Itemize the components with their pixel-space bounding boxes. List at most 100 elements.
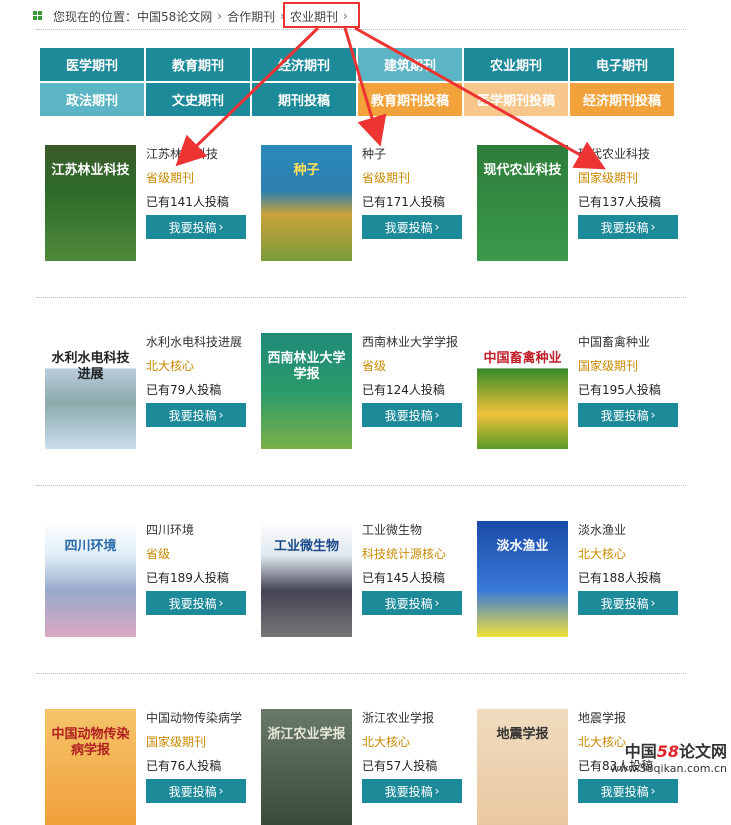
home-grid-icon: [33, 11, 43, 21]
chevron-right-icon: ›: [218, 784, 224, 798]
submit-button[interactable]: 我要投稿 ›: [362, 591, 462, 615]
journal-name[interactable]: 四川环境: [146, 521, 266, 537]
submit-button-label: 我要投稿: [168, 408, 217, 423]
submission-count: 已有76人投稿: [146, 759, 222, 773]
journal-name[interactable]: 江苏林业科技: [146, 145, 266, 161]
submit-button-label: 我要投稿: [384, 220, 433, 235]
journal-name[interactable]: 地震学报: [578, 709, 698, 725]
nav-education[interactable]: 教育期刊: [146, 48, 250, 81]
submit-button[interactable]: 我要投稿 ›: [146, 403, 246, 427]
submission-count: 已有195人投稿: [578, 383, 661, 397]
submission-count: 已有79人投稿: [146, 383, 222, 397]
cover-title: 西南林业大学学报: [267, 351, 346, 382]
submit-button[interactable]: 我要投稿 ›: [578, 215, 678, 239]
journal-level: 省级期刊: [362, 171, 411, 185]
submit-button[interactable]: 我要投稿 ›: [578, 403, 678, 427]
journal-level: 国家级期刊: [146, 735, 207, 749]
nav-medical[interactable]: 医学期刊: [40, 48, 144, 81]
submit-button-label: 我要投稿: [600, 408, 649, 423]
cover-title: 水利水电科技进展: [51, 351, 130, 382]
nav-agriculture[interactable]: 农业期刊: [464, 48, 568, 81]
divider: [36, 29, 686, 30]
journal-level: 科技统计源核心: [362, 547, 447, 561]
submit-button[interactable]: 我要投稿 ›: [578, 779, 678, 803]
breadcrumb-item-home[interactable]: 中国58论文网: [137, 8, 212, 25]
chevron-right-icon: ›: [434, 784, 440, 798]
highlight-box: [283, 2, 360, 28]
chevron-right-icon: ›: [650, 784, 656, 798]
journal-cover-image[interactable]: 地震学报: [477, 709, 568, 825]
nav-architecture[interactable]: 建筑期刊: [358, 48, 462, 81]
journal-name[interactable]: 中国畜禽种业: [578, 333, 698, 349]
journal-name[interactable]: 水利水电科技进展: [146, 333, 266, 349]
journal-cover-image[interactable]: 江苏林业科技: [45, 145, 136, 261]
submission-count: 已有145人投稿: [362, 571, 445, 585]
journal-cover-image[interactable]: 中国动物传染病学报: [45, 709, 136, 825]
journal-name[interactable]: 淡水渔业: [578, 521, 698, 537]
category-nav: 医学期刊 教育期刊 经济期刊 建筑期刊 农业期刊 电子期刊 政法期刊 文史期刊 …: [40, 48, 676, 118]
journal-cover-image[interactable]: 中国畜禽种业: [477, 333, 568, 449]
submit-button[interactable]: 我要投稿 ›: [362, 403, 462, 427]
cover-title: 地震学报: [496, 727, 549, 742]
submission-count: 已有57人投稿: [362, 759, 438, 773]
journal-cover-image[interactable]: 现代农业科技: [477, 145, 568, 261]
site-watermark-logo: 中国58论文网 www.58qikan.com.cn: [610, 738, 727, 775]
submit-button[interactable]: 我要投稿 ›: [146, 215, 246, 239]
journal-cover-image[interactable]: 淡水渔业: [477, 521, 568, 637]
logo-text-b: 论文网: [678, 742, 727, 761]
nav-literature[interactable]: 文史期刊: [146, 83, 250, 116]
submit-button[interactable]: 我要投稿 ›: [362, 779, 462, 803]
cover-title: 中国动物传染病学报: [51, 727, 130, 758]
nav-electronics[interactable]: 电子期刊: [570, 48, 674, 81]
journal-name[interactable]: 浙江农业学报: [362, 709, 482, 725]
breadcrumb-label: 您现在的位置：: [53, 9, 138, 24]
journal-level: 省级: [362, 359, 387, 373]
journal-name[interactable]: 中国动物传染病学: [146, 709, 266, 725]
submit-button-label: 我要投稿: [600, 596, 649, 611]
nav-medical-submit[interactable]: 医学期刊投稿: [464, 83, 568, 116]
chevron-right-icon: ›: [434, 408, 440, 422]
cover-title: 浙江农业学报: [267, 727, 346, 742]
cover-title: 工业微生物: [273, 539, 339, 554]
submit-button[interactable]: 我要投稿 ›: [578, 591, 678, 615]
cover-title: 现代农业科技: [483, 163, 562, 178]
journal-cover-image[interactable]: 工业微生物: [261, 521, 352, 637]
chevron-right-icon: ›: [650, 220, 656, 234]
journal-name[interactable]: 种子: [362, 145, 482, 161]
nav-law[interactable]: 政法期刊: [40, 83, 144, 116]
logo-number: 58: [656, 742, 679, 761]
journal-name[interactable]: 现代农业科技: [578, 145, 698, 161]
cover-title: 种子: [293, 163, 320, 178]
divider: [36, 297, 686, 298]
divider: [36, 673, 686, 674]
nav-education-submit[interactable]: 教育期刊投稿: [358, 83, 462, 116]
journal-cover-image[interactable]: 西南林业大学学报: [261, 333, 352, 449]
journal-name[interactable]: 工业微生物: [362, 521, 482, 537]
submit-button[interactable]: 我要投稿 ›: [146, 779, 246, 803]
journal-cover-image[interactable]: 浙江农业学报: [261, 709, 352, 825]
breadcrumb-item-partner[interactable]: 合作期刊: [227, 8, 275, 25]
submission-count: 已有189人投稿: [146, 571, 229, 585]
submission-count: 已有171人投稿: [362, 195, 445, 209]
breadcrumb: 您现在的位置： 中国58论文网 › 合作期刊 › 农业期刊 ›: [33, 2, 693, 28]
journal-cover-image[interactable]: 水利水电科技进展: [45, 333, 136, 449]
nav-submit[interactable]: 期刊投稿: [252, 83, 356, 116]
submit-button-label: 我要投稿: [600, 784, 649, 799]
cover-title: 淡水渔业: [496, 539, 549, 554]
chevron-right-icon: ›: [217, 9, 223, 23]
journal-cover-image[interactable]: 种子: [261, 145, 352, 261]
chevron-right-icon: ›: [218, 408, 224, 422]
submit-button-label: 我要投稿: [600, 220, 649, 235]
journal-level: 国家级期刊: [578, 171, 639, 185]
journal-name[interactable]: 西南林业大学学报: [362, 333, 482, 349]
submission-count: 已有141人投稿: [146, 195, 229, 209]
submit-button[interactable]: 我要投稿 ›: [146, 591, 246, 615]
submit-button[interactable]: 我要投稿 ›: [362, 215, 462, 239]
journal-cover-image[interactable]: 四川环境: [45, 521, 136, 637]
nav-economics[interactable]: 经济期刊: [252, 48, 356, 81]
chevron-right-icon: ›: [434, 220, 440, 234]
divider: [36, 485, 686, 486]
nav-economics-submit[interactable]: 经济期刊投稿: [570, 83, 674, 116]
journal-level: 北大核心: [362, 735, 411, 749]
chevron-right-icon: ›: [650, 596, 656, 610]
